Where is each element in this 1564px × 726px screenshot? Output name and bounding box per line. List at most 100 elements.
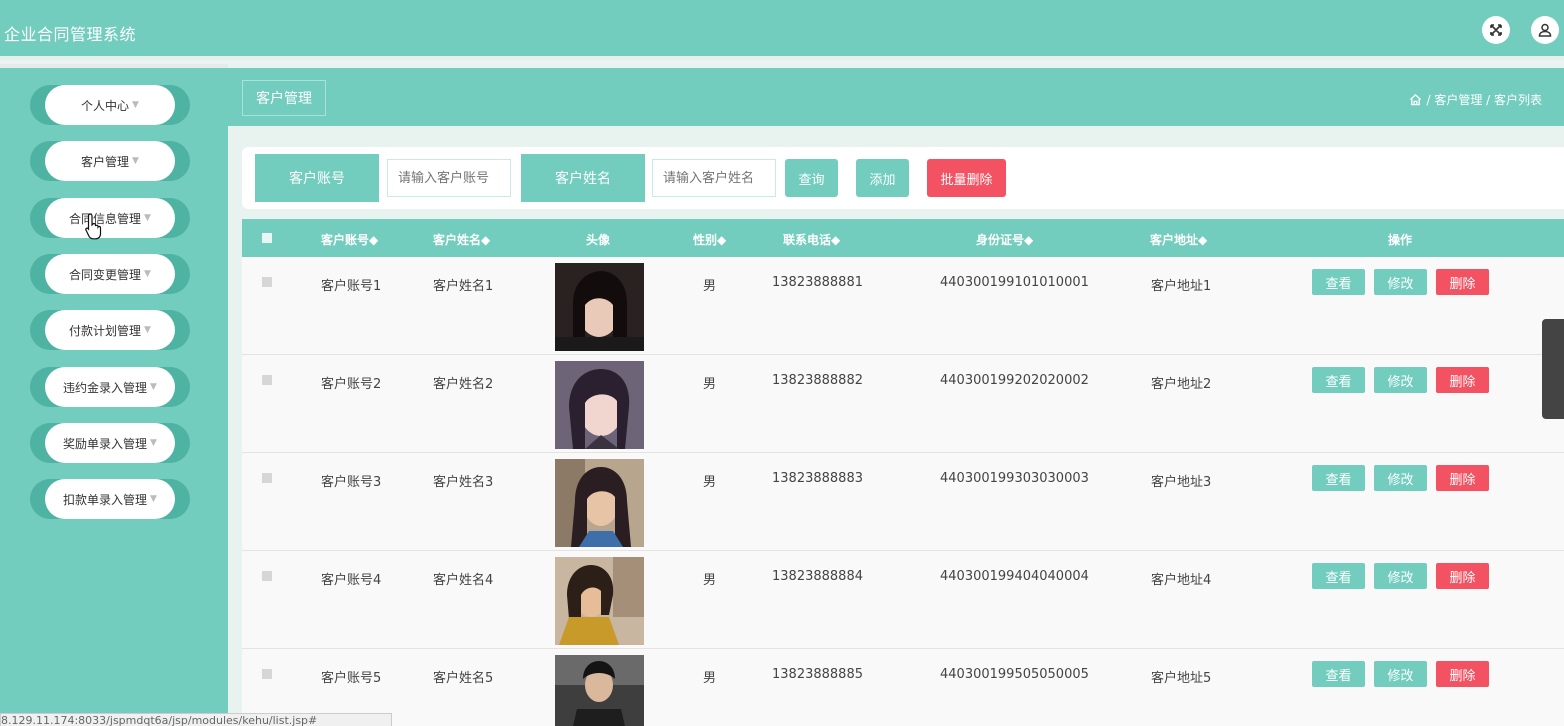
page-title: 客户管理 bbox=[242, 80, 326, 116]
sidebar-item-label: 个人中心 bbox=[81, 98, 130, 113]
sidebar-item-contract-change[interactable]: 合同变更管理 ▼ bbox=[30, 254, 190, 294]
status-bar-url: 8.129.11.174:8033/jspmdqt6a/jsp/modules/… bbox=[0, 713, 392, 726]
name-search-input[interactable] bbox=[652, 159, 776, 197]
hand-cursor-icon bbox=[85, 213, 102, 240]
query-button[interactable]: 查询 bbox=[785, 159, 838, 197]
delete-button[interactable]: 删除 bbox=[1436, 465, 1489, 491]
caret-down-icon: ▼ bbox=[150, 382, 157, 392]
top-bar: 企业合同管理系统 bbox=[0, 0, 1564, 60]
name-label: 客户姓名 bbox=[521, 154, 645, 202]
select-all-checkbox[interactable] bbox=[262, 233, 272, 243]
batch-delete-button[interactable]: 批量删除 bbox=[927, 159, 1006, 197]
edit-button[interactable]: 修改 bbox=[1374, 367, 1427, 393]
cell-address: 客户地址3 bbox=[1151, 475, 1212, 490]
delete-button[interactable]: 删除 bbox=[1436, 269, 1489, 295]
view-button[interactable]: 查看 bbox=[1312, 465, 1365, 491]
delete-button[interactable]: 删除 bbox=[1436, 563, 1489, 589]
column-header-id-number[interactable]: 身份证号◆ bbox=[976, 231, 1033, 248]
edit-button[interactable]: 修改 bbox=[1374, 661, 1427, 687]
cell-account: 客户账号2 bbox=[321, 377, 382, 392]
sidebar-item-personal-center[interactable]: 个人中心 ▼ bbox=[30, 85, 190, 125]
caret-down-icon: ▼ bbox=[144, 269, 151, 279]
add-button[interactable]: 添加 bbox=[856, 159, 909, 197]
caret-down-icon: ▼ bbox=[150, 438, 157, 448]
cell-phone: 13823888884 bbox=[772, 569, 863, 584]
avatar bbox=[555, 459, 644, 547]
cell-phone: 13823888883 bbox=[772, 471, 863, 486]
row-checkbox[interactable] bbox=[262, 375, 272, 385]
sidebar-item-deduction-entry[interactable]: 扣款单录入管理 ▼ bbox=[30, 479, 190, 519]
column-header-gender[interactable]: 性别◆ bbox=[693, 231, 726, 248]
sidebar-item-reward-entry[interactable]: 奖励单录入管理 ▼ bbox=[30, 423, 190, 463]
cell-gender: 男 bbox=[703, 279, 717, 294]
cell-id-number: 440300199101010001 bbox=[940, 275, 1089, 290]
view-button[interactable]: 查看 bbox=[1312, 269, 1365, 295]
column-header-name[interactable]: 客户姓名◆ bbox=[433, 231, 490, 248]
column-header-address[interactable]: 客户地址◆ bbox=[1150, 231, 1207, 248]
avatar bbox=[555, 361, 644, 449]
row-checkbox[interactable] bbox=[262, 571, 272, 581]
breadcrumb-bar: 客户管理 / 客户管理 / 客户列表 bbox=[228, 68, 1564, 126]
cell-account: 客户账号4 bbox=[321, 573, 382, 588]
fullscreen-icon[interactable] bbox=[1482, 16, 1510, 44]
cell-gender: 男 bbox=[703, 573, 717, 588]
edit-button[interactable]: 修改 bbox=[1374, 563, 1427, 589]
cell-gender: 男 bbox=[703, 377, 717, 392]
column-header-actions: 操作 bbox=[1388, 233, 1413, 247]
cell-address: 客户地址5 bbox=[1151, 671, 1212, 686]
main-content: 客户管理 / 客户管理 / 客户列表 客户账号 客户姓名 查询 添加 批量删除 … bbox=[228, 64, 1564, 726]
row-checkbox[interactable] bbox=[262, 473, 272, 483]
caret-down-icon: ▼ bbox=[150, 494, 157, 504]
table-header: 客户账号◆ 客户姓名◆ 头像 性别◆ 联系电话◆ 身份证号◆ 客户地址◆ 操作 bbox=[242, 219, 1564, 257]
cell-gender: 男 bbox=[703, 671, 717, 686]
row-checkbox[interactable] bbox=[262, 669, 272, 679]
cell-gender: 男 bbox=[703, 475, 717, 490]
home-icon[interactable] bbox=[1409, 93, 1422, 106]
avatar bbox=[555, 655, 644, 726]
table-row: 客户账号4 客户姓名4 男 13823888884 44030019940404… bbox=[242, 551, 1564, 649]
account-label: 客户账号 bbox=[255, 154, 379, 202]
search-form: 客户账号 客户姓名 查询 添加 批量删除 bbox=[242, 147, 1564, 209]
cell-phone: 13823888881 bbox=[772, 275, 863, 290]
view-button[interactable]: 查看 bbox=[1312, 563, 1365, 589]
sidebar-item-payment-plan[interactable]: 付款计划管理 ▼ bbox=[30, 310, 190, 350]
avatar bbox=[555, 263, 644, 351]
delete-button[interactable]: 删除 bbox=[1436, 367, 1489, 393]
row-checkbox[interactable] bbox=[262, 277, 272, 287]
view-button[interactable]: 查看 bbox=[1312, 661, 1365, 687]
cell-address: 客户地址1 bbox=[1151, 279, 1212, 294]
user-icon[interactable] bbox=[1531, 16, 1559, 44]
cell-name: 客户姓名3 bbox=[433, 475, 494, 490]
view-button[interactable]: 查看 bbox=[1312, 367, 1365, 393]
cell-account: 客户账号1 bbox=[321, 279, 382, 294]
sidebar-item-penalty-entry[interactable]: 违约金录入管理 ▼ bbox=[30, 367, 190, 407]
edit-button[interactable]: 修改 bbox=[1374, 269, 1427, 295]
sidebar-item-label: 合同变更管理 bbox=[69, 267, 142, 282]
breadcrumb-path: / 客户管理 / 客户列表 bbox=[1426, 93, 1542, 107]
avatar bbox=[555, 557, 644, 645]
cell-id-number: 440300199505050005 bbox=[940, 667, 1089, 682]
cell-phone: 13823888882 bbox=[772, 373, 863, 388]
app-title: 企业合同管理系统 bbox=[4, 25, 137, 44]
account-search-input[interactable] bbox=[387, 159, 511, 197]
sidebar: 个人中心 ▼ 客户管理 ▼ 合同信息管理 ▼ 合同变更管理 ▼ 付款计划管理 ▼ 违约金录… bbox=[0, 64, 228, 726]
customer-table: 客户账号◆ 客户姓名◆ 头像 性别◆ 联系电话◆ 身份证号◆ 客户地址◆ 操作 … bbox=[242, 219, 1564, 726]
edit-button[interactable]: 修改 bbox=[1374, 465, 1427, 491]
caret-down-icon: ▼ bbox=[144, 325, 151, 335]
sidebar-item-customer-management[interactable]: 客户管理 ▼ bbox=[30, 141, 190, 181]
column-header-account[interactable]: 客户账号◆ bbox=[321, 231, 378, 248]
table-row: 客户账号2 客户姓名2 男 13823888882 44030019920202… bbox=[242, 355, 1564, 453]
sidebar-item-label: 扣款单录入管理 bbox=[63, 492, 148, 507]
side-panel-toggle[interactable] bbox=[1542, 319, 1564, 419]
cell-id-number: 440300199202020002 bbox=[940, 373, 1089, 388]
column-header-avatar: 头像 bbox=[586, 233, 611, 247]
cell-name: 客户姓名5 bbox=[433, 671, 494, 686]
sidebar-item-label: 付款计划管理 bbox=[69, 323, 142, 338]
breadcrumb: / 客户管理 / 客户列表 bbox=[1409, 91, 1542, 108]
cell-address: 客户地址2 bbox=[1151, 377, 1212, 392]
cell-name: 客户姓名2 bbox=[433, 377, 494, 392]
sidebar-item-label: 奖励单录入管理 bbox=[63, 436, 148, 451]
column-header-phone[interactable]: 联系电话◆ bbox=[783, 231, 840, 248]
sidebar-item-contract-info[interactable]: 合同信息管理 ▼ bbox=[30, 198, 190, 238]
delete-button[interactable]: 删除 bbox=[1436, 661, 1489, 687]
